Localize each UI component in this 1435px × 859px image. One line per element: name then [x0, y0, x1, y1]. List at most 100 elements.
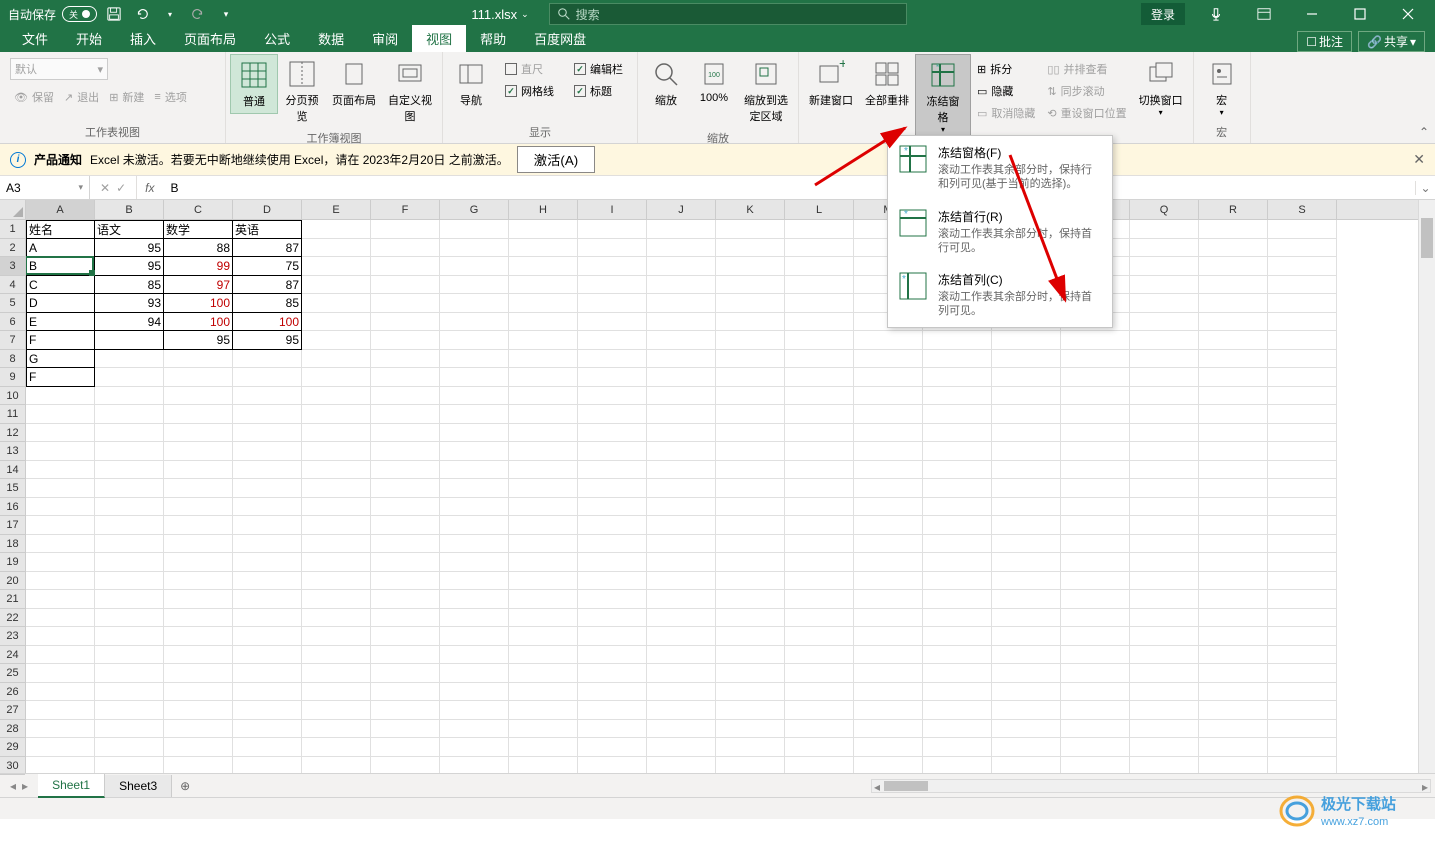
row-header[interactable]: 9	[0, 368, 25, 387]
sheet-tab-sheet1[interactable]: Sheet1	[38, 774, 105, 798]
cell[interactable]	[1061, 405, 1130, 424]
cell[interactable]	[716, 405, 785, 424]
cell[interactable]	[164, 590, 233, 609]
cell[interactable]	[578, 294, 647, 313]
cell[interactable]	[578, 572, 647, 591]
cell[interactable]	[578, 516, 647, 535]
cell[interactable]	[992, 405, 1061, 424]
cell[interactable]	[578, 498, 647, 517]
cell[interactable]	[647, 294, 716, 313]
cell[interactable]	[26, 646, 95, 665]
login-button[interactable]: 登录	[1141, 3, 1185, 25]
enter-icon[interactable]: ✓	[116, 181, 126, 195]
cell[interactable]	[302, 627, 371, 646]
cell[interactable]	[509, 294, 578, 313]
cell[interactable]	[1268, 350, 1337, 369]
cell[interactable]	[440, 646, 509, 665]
cell[interactable]	[716, 683, 785, 702]
cell[interactable]	[578, 276, 647, 295]
row-header[interactable]: 21	[0, 590, 25, 609]
cell[interactable]	[716, 757, 785, 774]
cell[interactable]	[716, 553, 785, 572]
tab-review[interactable]: 审阅	[358, 25, 412, 52]
cell[interactable]	[716, 664, 785, 683]
cell[interactable]	[1268, 424, 1337, 443]
cell[interactable]	[95, 720, 164, 739]
cell[interactable]	[302, 405, 371, 424]
cell[interactable]	[854, 664, 923, 683]
cell[interactable]	[1061, 479, 1130, 498]
cell[interactable]	[371, 350, 440, 369]
cell[interactable]	[785, 646, 854, 665]
cell[interactable]	[26, 516, 95, 535]
cell[interactable]	[1268, 294, 1337, 313]
sheet-prev-icon[interactable]: ◂	[10, 779, 16, 793]
cell[interactable]: 数学	[164, 220, 233, 239]
cell[interactable]	[371, 442, 440, 461]
cell[interactable]	[716, 535, 785, 554]
activate-button[interactable]: 激活(A)	[517, 146, 595, 173]
cell[interactable]: E	[26, 313, 95, 332]
cell[interactable]	[1061, 572, 1130, 591]
cell[interactable]	[440, 572, 509, 591]
cell[interactable]	[440, 220, 509, 239]
cell[interactable]	[302, 572, 371, 591]
cell[interactable]: 99	[164, 257, 233, 276]
cell[interactable]	[1130, 572, 1199, 591]
cell[interactable]	[992, 498, 1061, 517]
cell[interactable]	[440, 664, 509, 683]
cell[interactable]	[164, 646, 233, 665]
cell[interactable]	[578, 535, 647, 554]
cell[interactable]	[302, 257, 371, 276]
cell[interactable]	[1130, 313, 1199, 332]
cell[interactable]	[302, 424, 371, 443]
cell[interactable]	[716, 424, 785, 443]
cell[interactable]	[440, 368, 509, 387]
cell[interactable]	[1199, 276, 1268, 295]
column-header[interactable]: S	[1268, 200, 1337, 219]
cell[interactable]	[1199, 405, 1268, 424]
expand-formula-icon[interactable]: ⌄	[1415, 181, 1435, 195]
share-button[interactable]: 🔗 共享 ▾	[1358, 31, 1425, 52]
reset-pos-button[interactable]: ⟲重设窗口位置	[1043, 102, 1130, 124]
cell[interactable]: 97	[164, 276, 233, 295]
cell[interactable]	[716, 646, 785, 665]
cell[interactable]	[854, 553, 923, 572]
cell[interactable]	[233, 368, 302, 387]
freeze-first-col-item[interactable]: * 冻结首列(C)滚动工作表其余部分时，保持首列可见。	[888, 263, 1112, 327]
row-header[interactable]: 6	[0, 313, 25, 332]
cell[interactable]	[95, 424, 164, 443]
cell[interactable]	[440, 627, 509, 646]
row-header[interactable]: 3	[0, 257, 25, 276]
cell[interactable]	[647, 590, 716, 609]
cell[interactable]	[647, 664, 716, 683]
nav-button[interactable]: 导航	[447, 54, 495, 112]
cell[interactable]: 100	[164, 313, 233, 332]
cell[interactable]	[440, 553, 509, 572]
cell[interactable]	[716, 572, 785, 591]
cell[interactable]	[440, 720, 509, 739]
cell[interactable]	[1268, 516, 1337, 535]
cell[interactable]	[95, 627, 164, 646]
cell[interactable]	[1268, 331, 1337, 350]
cell[interactable]	[371, 627, 440, 646]
cell[interactable]	[647, 442, 716, 461]
cell[interactable]	[233, 664, 302, 683]
cell[interactable]	[95, 479, 164, 498]
cell[interactable]	[164, 387, 233, 406]
cell[interactable]: A	[26, 239, 95, 258]
cell[interactable]	[233, 479, 302, 498]
cell[interactable]	[440, 757, 509, 774]
cell[interactable]	[992, 368, 1061, 387]
cell[interactable]	[578, 220, 647, 239]
cell[interactable]	[923, 553, 992, 572]
cell[interactable]	[26, 461, 95, 480]
cell[interactable]	[1199, 461, 1268, 480]
column-header[interactable]: G	[440, 200, 509, 219]
cell[interactable]: 94	[95, 313, 164, 332]
cell[interactable]	[923, 683, 992, 702]
cell[interactable]	[854, 720, 923, 739]
cell[interactable]	[95, 683, 164, 702]
cell[interactable]	[371, 757, 440, 774]
cell[interactable]	[854, 609, 923, 628]
